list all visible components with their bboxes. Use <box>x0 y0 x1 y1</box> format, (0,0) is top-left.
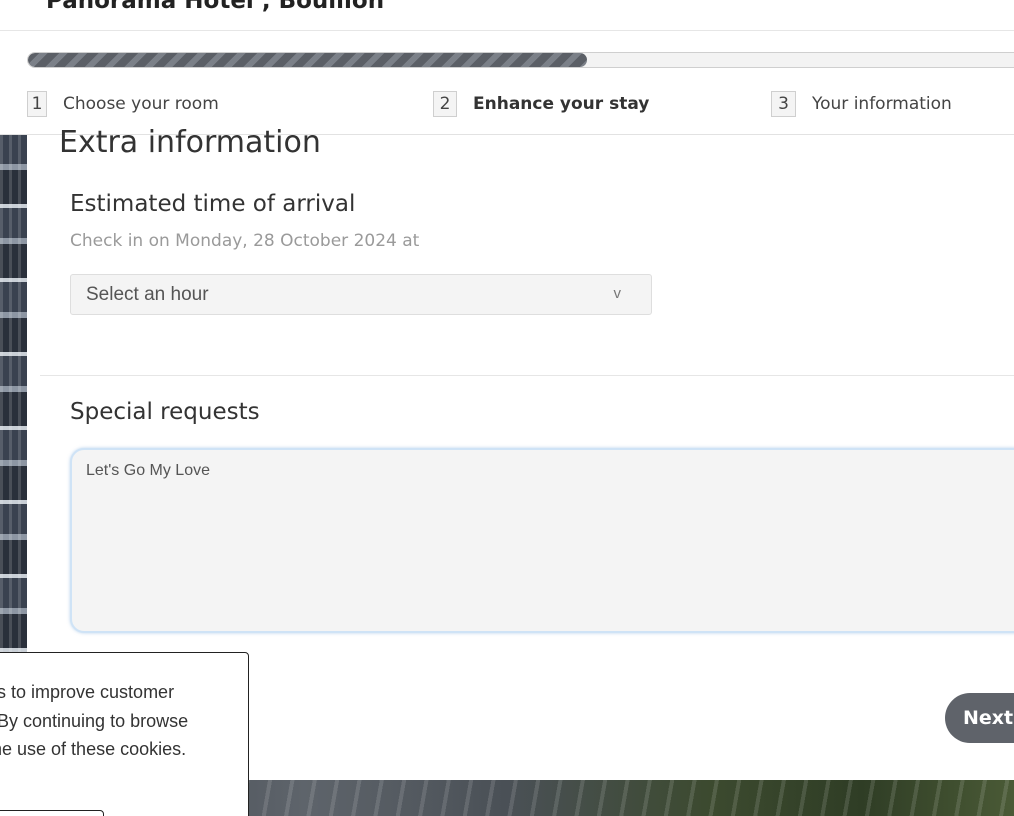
step-enhance-stay[interactable]: 2 Enhance your stay <box>433 91 649 117</box>
step-label: Choose your room <box>63 94 219 114</box>
section-divider <box>40 375 1014 376</box>
next-button[interactable]: Next <box>945 693 1014 743</box>
cookie-text-line: the use of these cookies. <box>0 739 187 759</box>
cookie-text-line: . By continuing to browse <box>0 710 189 731</box>
step-number: 1 <box>27 91 47 117</box>
arrival-hour-select[interactable]: Select an hour v <box>70 274 652 315</box>
eta-title: Estimated time of arrival <box>70 191 356 217</box>
background-photo-left <box>0 134 27 664</box>
eta-checkin-text: Check in on Monday, 28 October 2024 at <box>70 231 420 251</box>
special-requests-title: Special requests <box>70 399 260 425</box>
step-choose-room[interactable]: 1 Choose your room <box>27 91 219 117</box>
chevron-down-icon: v <box>613 285 622 302</box>
special-requests-textarea[interactable]: Let's Go My Love <box>70 448 1014 633</box>
step-your-information[interactable]: 3 Your information <box>771 91 952 117</box>
header-divider <box>0 30 1014 31</box>
booking-header: Panorama Hotel , Bouillon 1 Choose your … <box>0 0 1014 135</box>
step-number: 2 <box>433 91 457 117</box>
hotel-name: Panorama Hotel , Bouillon <box>46 0 385 14</box>
progress-bar-fill <box>28 53 587 67</box>
section-title: Extra information <box>59 125 321 160</box>
cookie-banner: es to improve customer . By continuing t… <box>0 652 249 816</box>
cookie-accept-button[interactable] <box>0 810 104 816</box>
step-number: 3 <box>771 91 796 117</box>
step-label: Enhance your stay <box>473 94 650 114</box>
step-label: Your information <box>812 94 952 114</box>
arrival-hour-value: Select an hour <box>86 284 209 305</box>
cookie-text-line: es to improve customer <box>0 682 175 702</box>
cookie-text: es to improve customer . By continuing t… <box>0 678 217 764</box>
progress-bar <box>27 52 1014 68</box>
